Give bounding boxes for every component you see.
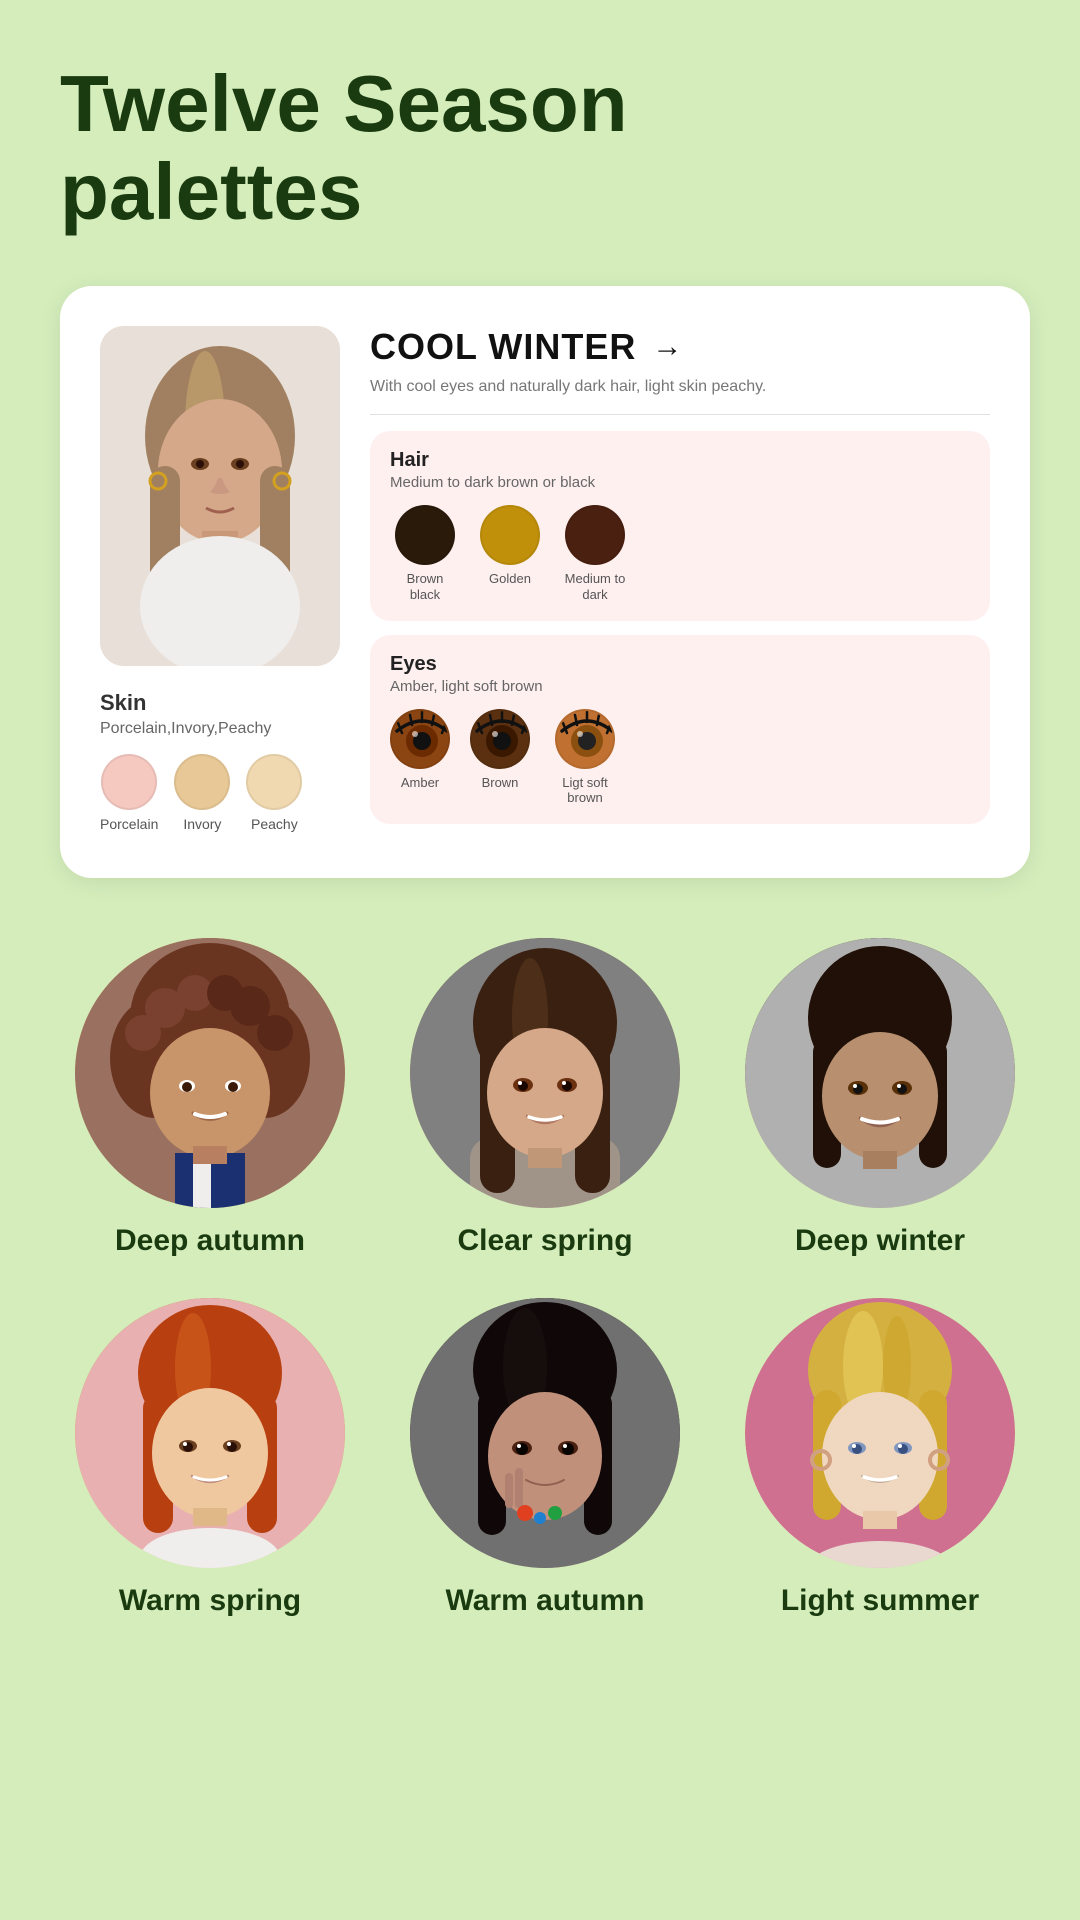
hair-swatch-medium-dark: Medium to dark [560, 505, 630, 602]
skin-sub-label: Porcelain,Invory,Peachy [100, 720, 271, 738]
skin-swatches: Porcelain Invory Peachy [100, 754, 302, 832]
season-header: COOL WINTER → [370, 326, 990, 368]
eye-swatch-amber: Amber [390, 709, 450, 806]
card-right: COOL WINTER → With cool eyes and natural… [370, 326, 990, 838]
page-title: Twelve Season palettes [60, 60, 1030, 236]
person-avatar-light-summer [745, 1298, 1015, 1568]
eyes-trait-sub: Amber, light soft brown [390, 678, 970, 695]
card-left: Skin Porcelain,Invory,Peachy Porcelain I… [100, 326, 340, 838]
skin-swatch-peachy: Peachy [246, 754, 302, 832]
person-avatar-warm-autumn [410, 1298, 680, 1568]
hair-swatch-golden: Golden [480, 505, 540, 602]
person-light-summer[interactable]: Light summer [730, 1298, 1030, 1618]
eye-swatch-light-soft-brown: Ligt soft brown [550, 709, 620, 806]
person-clear-spring[interactable]: Clear spring [395, 938, 695, 1258]
person-photo [100, 326, 340, 666]
season-description: With cool eyes and naturally dark hair, … [370, 376, 990, 398]
people-row-1: Deep autumn [60, 938, 1030, 1258]
hair-trait-title: Hair [390, 449, 970, 472]
eyes-swatches: Amber [390, 709, 970, 806]
divider [370, 414, 990, 415]
person-avatar-deep-winter [745, 938, 1015, 1208]
person-avatar-deep-autumn [75, 938, 345, 1208]
person-deep-autumn[interactable]: Deep autumn [60, 938, 360, 1258]
hair-trait-card: Hair Medium to dark brown or black Brown… [370, 431, 990, 620]
person-avatar-warm-spring [75, 1298, 345, 1568]
hair-swatch-brown-black: Brown black [390, 505, 460, 602]
person-avatar-clear-spring [410, 938, 680, 1208]
person-warm-autumn[interactable]: Warm autumn [395, 1298, 695, 1618]
person-warm-spring[interactable]: Warm spring [60, 1298, 360, 1618]
skin-swatch-invory: Invory [174, 754, 230, 832]
season-arrow-icon[interactable]: → [652, 330, 682, 364]
skin-swatch-porcelain: Porcelain [100, 754, 158, 832]
season-title: COOL WINTER [370, 326, 636, 368]
people-row-2: Warm spring [60, 1298, 1030, 1618]
eyes-trait-card: Eyes Amber, light soft brown [370, 635, 990, 824]
skin-label: Skin [100, 690, 146, 716]
person-deep-winter[interactable]: Deep winter [730, 938, 1030, 1258]
hair-trait-sub: Medium to dark brown or black [390, 474, 970, 491]
hair-swatches: Brown black Golden Medium to dark [390, 505, 970, 602]
season-card: Skin Porcelain,Invory,Peachy Porcelain I… [60, 286, 1030, 878]
people-grid: Deep autumn [60, 938, 1030, 1618]
eye-swatch-brown: Brown [470, 709, 530, 806]
eyes-trait-title: Eyes [390, 653, 970, 676]
